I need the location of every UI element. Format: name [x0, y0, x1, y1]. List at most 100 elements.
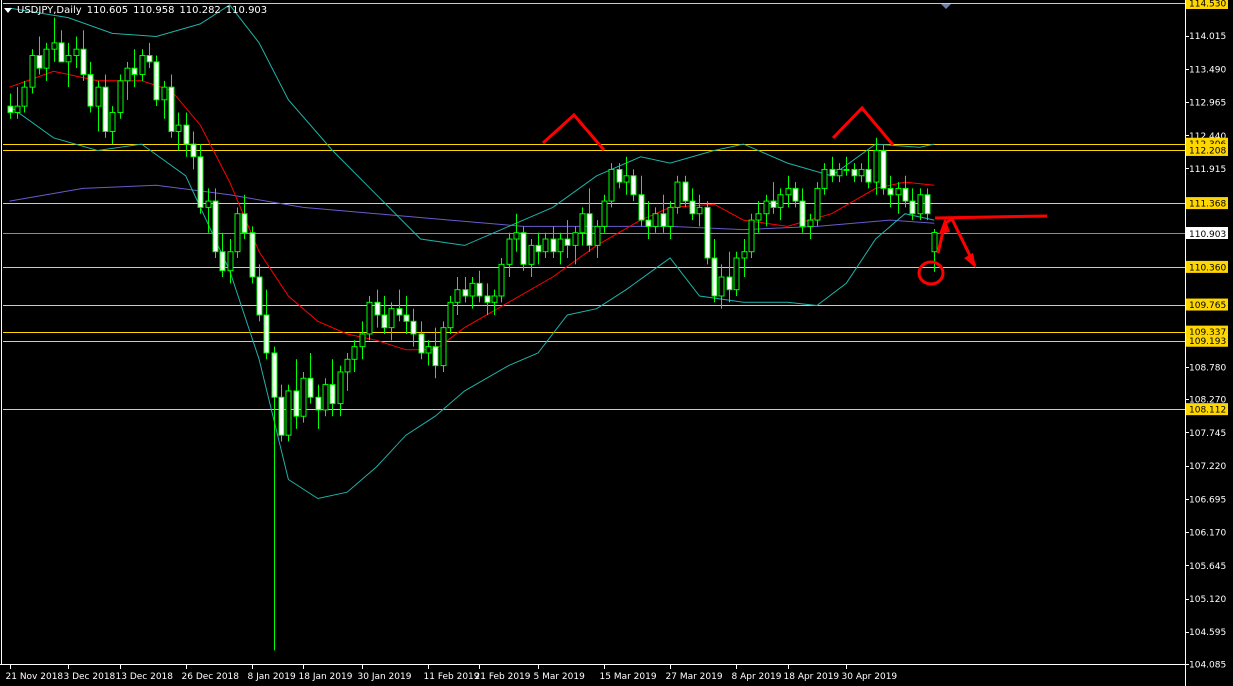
bull-candle	[608, 168, 615, 202]
horizontal-levels	[3, 3, 1185, 410]
bull-candle	[51, 42, 58, 50]
bull-candle	[931, 232, 938, 253]
y-tick-label: 107.745	[1189, 429, 1226, 439]
bear-candle	[829, 168, 836, 177]
bull-candle	[873, 149, 880, 183]
bear-candle	[660, 213, 667, 227]
bull-candle	[755, 213, 762, 221]
x-tick-label: 13 Dec 2018	[116, 672, 174, 682]
bull-candle	[440, 327, 447, 367]
x-tick-label: 8 Apr 2019	[732, 672, 782, 682]
bear-candle	[535, 244, 542, 253]
x-tick-label: 21 Nov 2018	[6, 672, 64, 682]
y-tick-label: 104.595	[1189, 628, 1226, 638]
bull-candle	[528, 244, 535, 265]
y-tick-label: 104.085	[1189, 661, 1226, 671]
bear-candle	[219, 251, 226, 272]
bull-candle	[344, 358, 351, 373]
bull-candle	[139, 55, 146, 76]
bear-candle	[462, 289, 469, 297]
bull-candle	[696, 206, 703, 215]
symbol-header: USDJPY,Daily 110.605 110.958 110.282 110…	[4, 3, 272, 17]
close-value: 110.903	[225, 4, 268, 16]
bull-candle	[469, 282, 476, 297]
shift-marker-icon	[941, 4, 951, 9]
symbol-title: USDJPY,Daily	[17, 4, 82, 16]
bull-candle	[836, 168, 843, 177]
y-tick-label: 113.490	[1189, 65, 1226, 75]
bear-candle	[293, 390, 300, 417]
bear-candle	[7, 105, 14, 113]
level-label: 112.208	[1189, 146, 1226, 156]
bear-candle	[396, 308, 403, 316]
bull-candle	[513, 232, 520, 240]
level-label: 109.765	[1189, 301, 1226, 311]
x-tick-label: 8 Jan 2019	[248, 672, 296, 682]
bear-candle	[212, 200, 219, 253]
bear-candle	[865, 168, 872, 183]
bull-candle	[652, 213, 659, 227]
level-label: 108.112	[1189, 406, 1226, 416]
x-tick-label: 21 Feb 2019	[475, 672, 531, 682]
support-circle	[917, 260, 945, 286]
bull-candle	[843, 168, 850, 171]
bull-candle	[601, 200, 608, 227]
bear-candle	[726, 276, 733, 291]
bear-candle	[689, 200, 696, 215]
bear-candle	[432, 346, 439, 367]
bull-candle	[858, 168, 865, 177]
bull-candle	[227, 251, 234, 272]
bull-candle	[814, 187, 821, 221]
level-label: 110.360	[1189, 263, 1226, 273]
bull-candle	[623, 175, 630, 183]
y-tick-label: 106.170	[1189, 529, 1226, 539]
bull-candle	[21, 86, 28, 107]
x-axis-labels: 21 Nov 2018 3 Dec 2018 13 Dec 2018 26 Dec 2…	[6, 664, 897, 682]
bear-candle	[711, 257, 718, 297]
bull-candle	[300, 377, 307, 417]
bull-candle	[161, 86, 168, 101]
bear-candle	[131, 67, 138, 76]
x-tick-label: 15 Mar 2019	[600, 672, 657, 682]
bull-candle	[366, 301, 373, 335]
bear-candle	[36, 55, 43, 69]
bull-candle	[594, 225, 601, 246]
price-chart[interactable]: 114.015113.490112.965112.440111.915110.9…	[0, 0, 1233, 686]
bear-candle	[153, 61, 160, 101]
double-top-right	[831, 105, 895, 146]
dropdown-triangle-icon[interactable]	[4, 7, 12, 13]
bear-candle	[645, 219, 652, 227]
bull-candle	[763, 200, 770, 215]
bollinger-upper-line	[9, 4, 935, 246]
bull-candle	[425, 346, 432, 354]
bear-candle	[315, 396, 322, 411]
bull-candle	[542, 238, 549, 253]
bear-candle	[241, 213, 248, 234]
bear-candle	[616, 168, 623, 183]
bull-candle	[117, 80, 124, 113]
y-axis-labels: 114.015113.490112.965112.440111.915110.9…	[1185, 0, 1228, 671]
bear-candle	[249, 232, 256, 278]
bear-candle	[484, 295, 491, 303]
bear-candle	[307, 377, 314, 398]
x-tick-label: 18 Jan 2019	[299, 672, 353, 682]
bear-candle	[418, 333, 425, 354]
bull-candle	[29, 55, 36, 88]
bull-candle	[95, 86, 102, 107]
bull-candle	[718, 276, 725, 297]
x-tick-label: 30 Jan 2019	[358, 672, 412, 682]
bear-candle	[704, 206, 711, 259]
bull-candle	[572, 232, 579, 246]
candles	[7, 17, 938, 651]
bull-candle	[175, 124, 182, 132]
chart-window[interactable]: 114.015113.490112.965112.440111.915110.9…	[0, 0, 1233, 686]
axes	[0, 0, 1186, 686]
level-label: 111.368	[1189, 200, 1226, 210]
bull-candle	[821, 168, 828, 189]
bear-candle	[190, 143, 197, 158]
y-tick-label: 114.015	[1189, 32, 1226, 42]
bull-candle	[733, 257, 740, 291]
y-tick-label: 106.695	[1189, 495, 1226, 505]
bull-candle	[124, 67, 131, 82]
bull-candle	[785, 187, 792, 196]
